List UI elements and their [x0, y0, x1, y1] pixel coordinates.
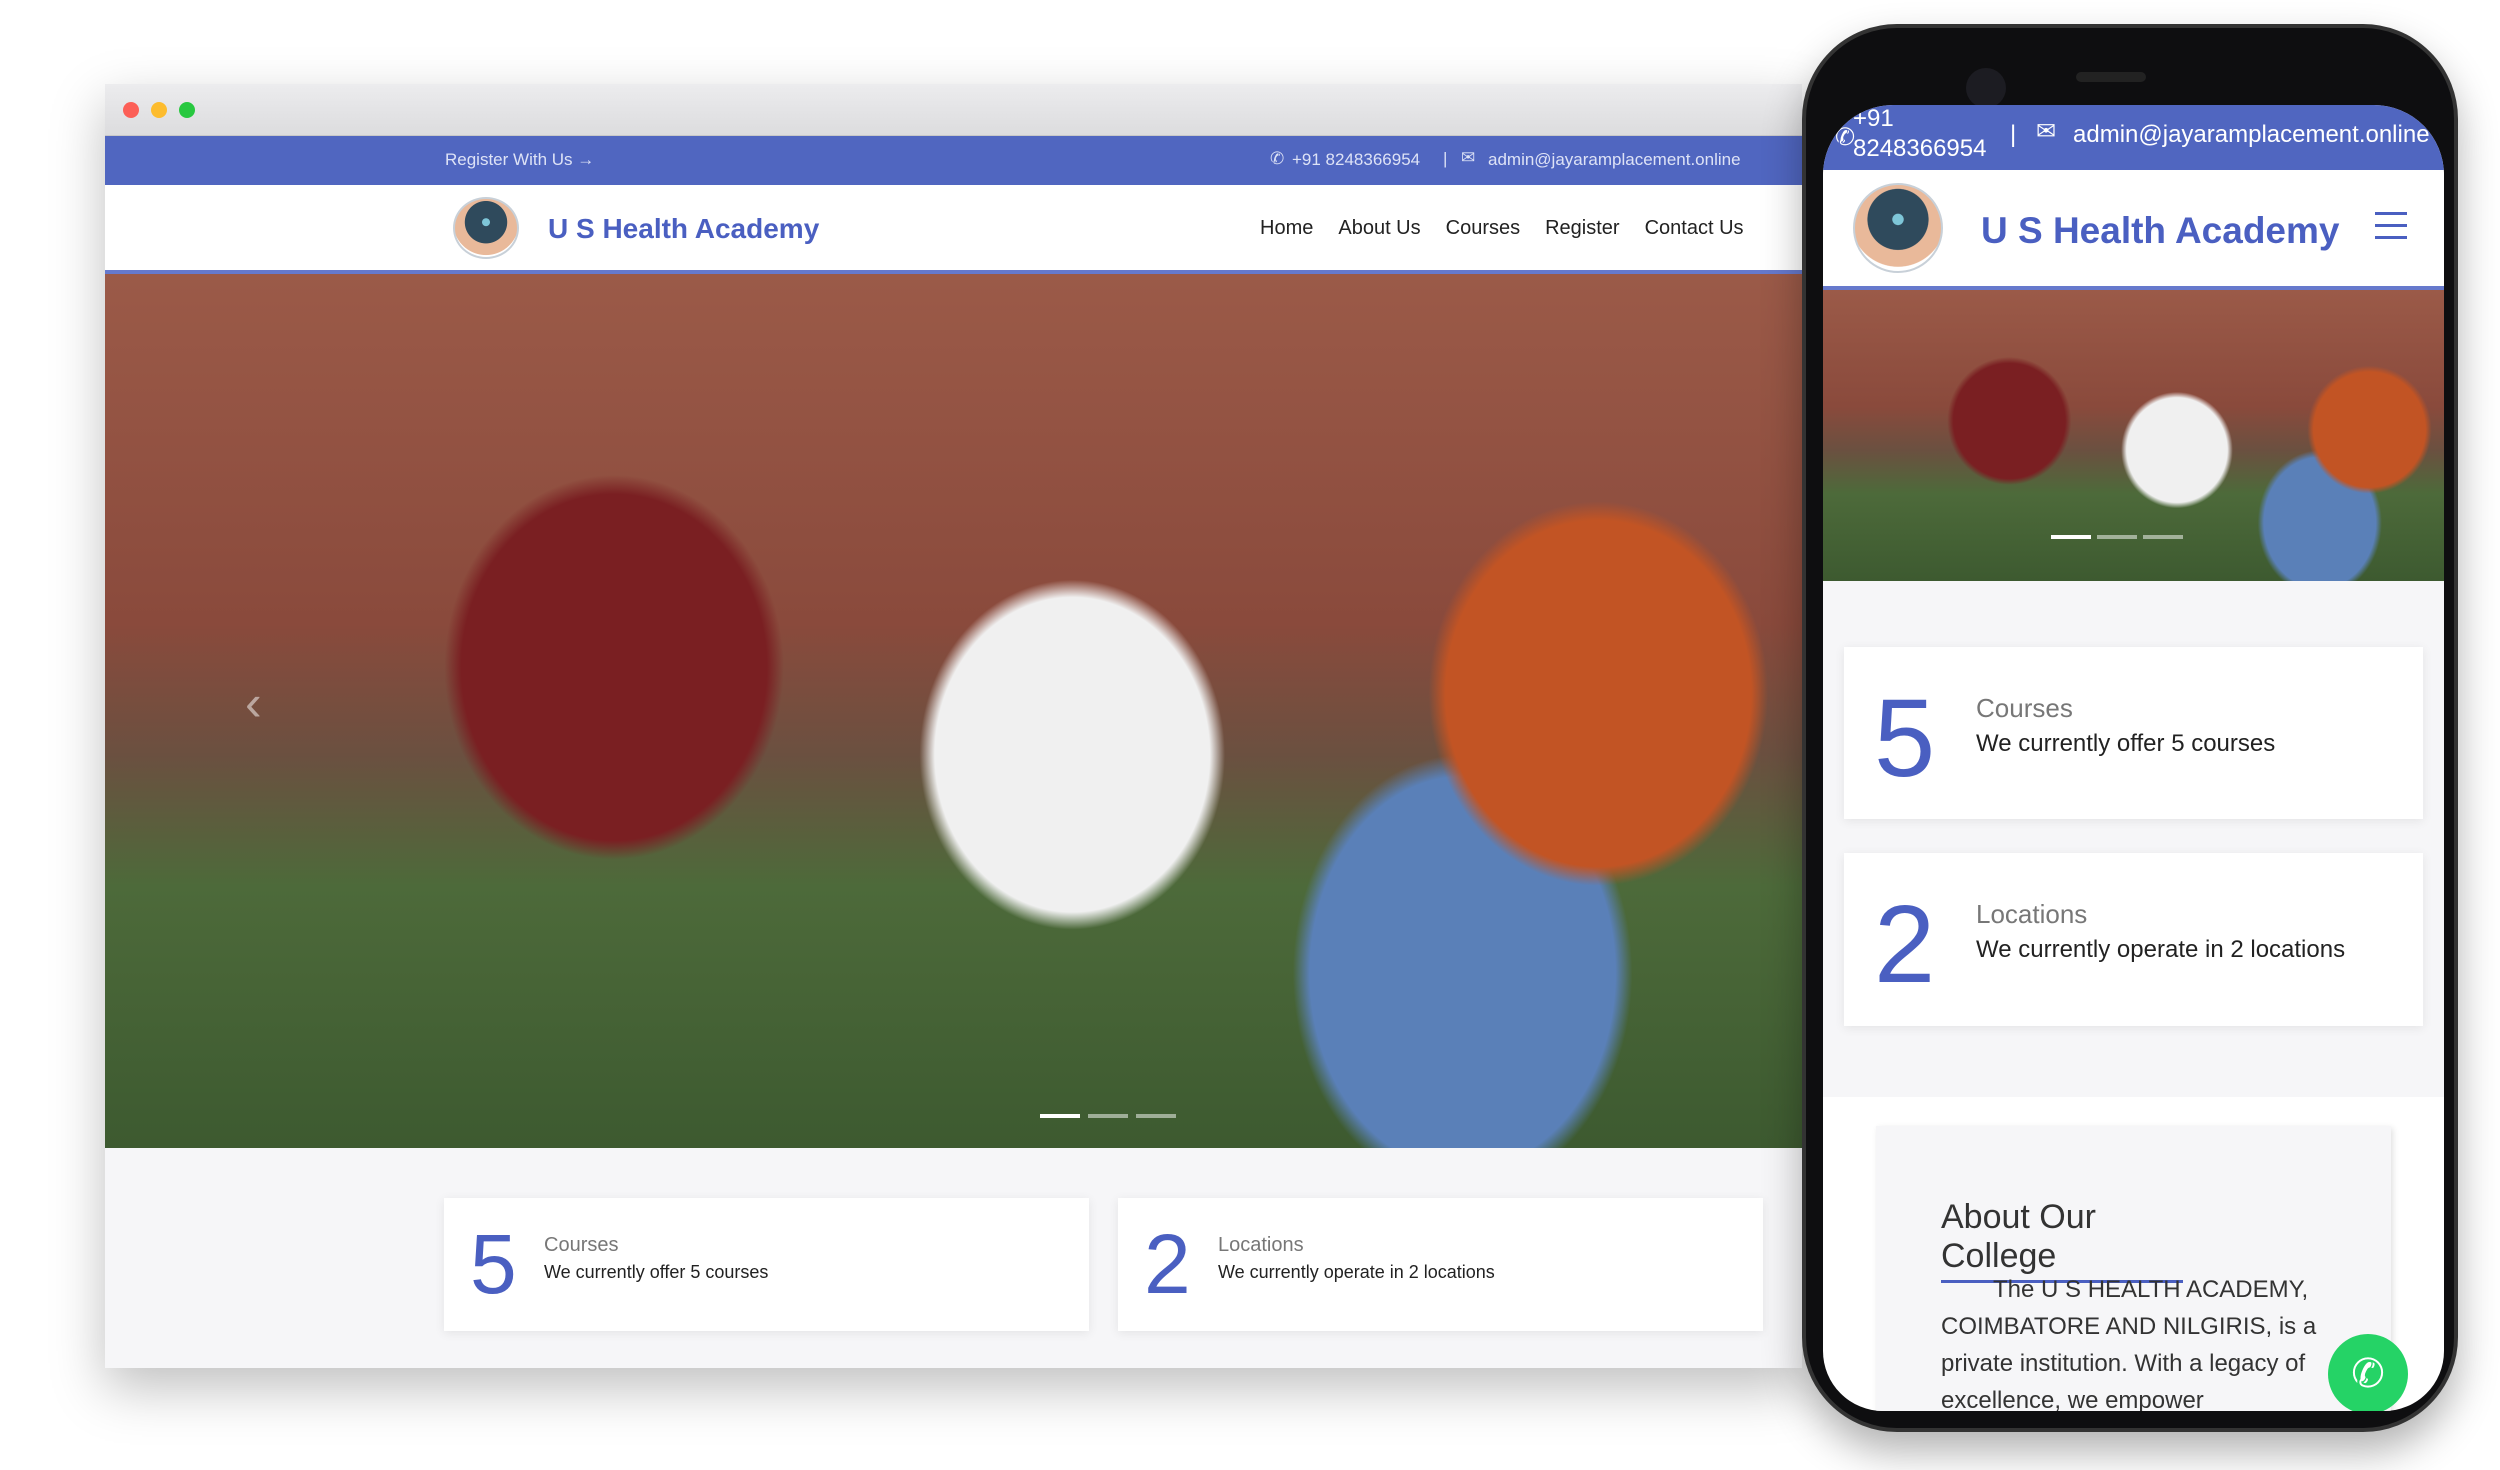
stat-card-courses: 5 Courses We currently offer 5 courses: [444, 1198, 1089, 1331]
nav-contact-us[interactable]: Contact Us: [1645, 217, 1744, 240]
camera-icon: [1966, 68, 2006, 108]
mobile-header: U S Health Academy: [1823, 170, 2444, 290]
phone-number-line2[interactable]: 8248366954: [1853, 135, 1986, 163]
stat-desc: We currently offer 5 courses: [1976, 730, 2276, 757]
email-icon: ✉: [2036, 118, 2057, 145]
stat-number: 5: [470, 1217, 517, 1311]
main-nav: Home About Us Courses Register Contact U…: [1260, 217, 1744, 240]
mobile-hero-carousel: [1823, 290, 2444, 581]
chevron-left-icon[interactable]: ‹: [245, 674, 262, 732]
nav-about-us[interactable]: About Us: [1338, 217, 1420, 240]
carousel-indicator-active[interactable]: [2051, 535, 2091, 539]
hero-image-carousel: ‹: [105, 274, 1802, 1148]
register-with-us-link[interactable]: Register With Us →: [445, 150, 594, 170]
academy-logo[interactable]: [453, 197, 519, 259]
nav-home[interactable]: Home: [1260, 217, 1313, 240]
stat-title: Courses: [1976, 693, 2073, 723]
close-window-button[interactable]: [123, 102, 139, 118]
stat-number: 2: [1144, 1217, 1191, 1311]
top-contact-bar: Register With Us → ✆ +91 8248366954 | ✉ …: [105, 136, 1802, 185]
desktop-browser-window: Register With Us → ✆ +91 8248366954 | ✉ …: [105, 84, 1802, 1368]
brand-name[interactable]: U S Health Academy: [1981, 210, 2339, 252]
email-address[interactable]: admin@jayaramplacement.online: [2073, 121, 2430, 149]
phone-icon: ✆: [1270, 149, 1285, 168]
stat-title: Locations: [1218, 1234, 1304, 1256]
title-bar: [105, 84, 1802, 136]
minimize-window-button[interactable]: [151, 102, 167, 118]
carousel-indicator[interactable]: [2097, 535, 2137, 539]
mobile-screen: ✆ +91 8248366954 | ✉ admin@jayaramplacem…: [1823, 105, 2444, 1411]
about-section: About Our College The U S HEALTH ACADEMY…: [1876, 1126, 2391, 1411]
stat-card-locations: 2 Locations We currently operate in 2 lo…: [1844, 853, 2423, 1026]
email-icon: ✉: [1461, 148, 1476, 167]
separator: |: [2010, 121, 2017, 148]
stat-number: 2: [1874, 883, 1936, 1006]
speaker-grille: [2076, 72, 2146, 82]
maximize-window-button[interactable]: [179, 102, 195, 118]
carousel-indicator[interactable]: [1088, 1114, 1128, 1118]
stat-desc: We currently offer 5 courses: [544, 1262, 769, 1282]
stat-desc: We currently operate in 2 locations: [1976, 936, 2346, 963]
hamburger-icon[interactable]: [2375, 212, 2407, 239]
phone-number-line1[interactable]: +91: [1853, 105, 1894, 133]
brand-name[interactable]: U S Health Academy: [548, 213, 819, 245]
about-text: The U S HEALTH ACADEMY, COIMBATORE AND N…: [1941, 1276, 2317, 1411]
stat-desc: We currently operate in 2 locations: [1218, 1262, 1495, 1282]
separator: |: [1443, 149, 1448, 168]
carousel-indicator[interactable]: [2143, 535, 2183, 539]
mobile-top-contact-bar: ✆ +91 8248366954 | ✉ admin@jayaramplacem…: [1823, 105, 2444, 170]
nav-register[interactable]: Register: [1545, 217, 1619, 240]
phone-number[interactable]: +91 8248366954: [1292, 150, 1420, 170]
stat-title: Locations: [1976, 899, 2088, 929]
carousel-indicator-active[interactable]: [1040, 1114, 1080, 1118]
nav-courses[interactable]: Courses: [1446, 217, 1520, 240]
carousel-indicator[interactable]: [1136, 1114, 1176, 1118]
email-address[interactable]: admin@jayaramplacement.online: [1488, 150, 1741, 170]
stat-card-courses: 5 Courses We currently offer 5 courses: [1844, 647, 2423, 819]
whatsapp-icon[interactable]: ✆: [2328, 1334, 2408, 1411]
academy-logo[interactable]: [1853, 183, 1943, 273]
mobile-stats-section: 5 Courses We currently offer 5 courses 2…: [1823, 581, 2444, 1097]
stat-title: Courses: [544, 1234, 619, 1256]
site-header: U S Health Academy Home About Us Courses…: [105, 185, 1802, 274]
stat-number: 5: [1874, 677, 1936, 800]
stat-card-locations: 2 Locations We currently operate in 2 lo…: [1118, 1198, 1763, 1331]
